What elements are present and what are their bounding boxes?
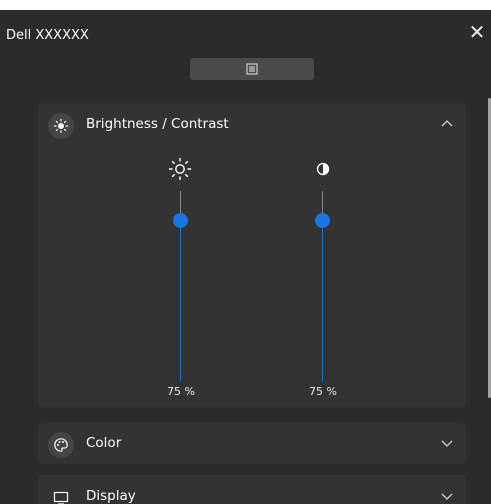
display-header[interactable]: Display [38, 475, 466, 504]
app-window: Dell XXXXXX ✕ Brightness / Contrast 75 %… [0, 10, 491, 504]
contrast-slider-track-fill[interactable] [322, 220, 323, 381]
sun-icon [168, 157, 192, 181]
close-button[interactable]: ✕ [467, 22, 487, 42]
color-panel: Color [38, 422, 466, 464]
contrast-icon [316, 162, 330, 176]
contrast-value: 75 % [309, 385, 337, 398]
chevron-down-icon[interactable] [440, 436, 454, 450]
menu-button[interactable] [190, 58, 314, 80]
color-label: Color [86, 435, 122, 451]
brightness-slider-track-fill[interactable] [180, 220, 181, 381]
brightness-slider-thumb[interactable] [173, 213, 188, 228]
window-title: Dell XXXXXX [6, 28, 89, 43]
brightness-contrast-label: Brightness / Contrast [86, 116, 229, 132]
palette-icon [54, 438, 68, 452]
close-icon[interactable]: ✕ [469, 20, 486, 44]
contrast-slider-thumb[interactable] [315, 213, 330, 228]
display-panel: Display [38, 475, 466, 504]
brightness-contrast-panel: Brightness / Contrast 75 % 75 % [38, 103, 466, 407]
brightness-icon-container [48, 113, 74, 139]
brightness-icon [53, 118, 69, 134]
color-icon-container [48, 432, 74, 458]
display-label: Display [86, 488, 136, 504]
brightness-contrast-header[interactable]: Brightness / Contrast [38, 103, 466, 145]
contrast-slider[interactable] [308, 191, 338, 381]
chevron-up-icon[interactable] [440, 117, 454, 131]
chevron-down-icon[interactable] [440, 489, 454, 503]
menu-icon[interactable] [246, 63, 258, 75]
display-icon-container [48, 485, 74, 504]
color-header[interactable]: Color [38, 422, 466, 464]
brightness-slider[interactable] [166, 191, 196, 381]
brightness-value: 75 % [167, 385, 195, 398]
display-icon [53, 491, 69, 504]
